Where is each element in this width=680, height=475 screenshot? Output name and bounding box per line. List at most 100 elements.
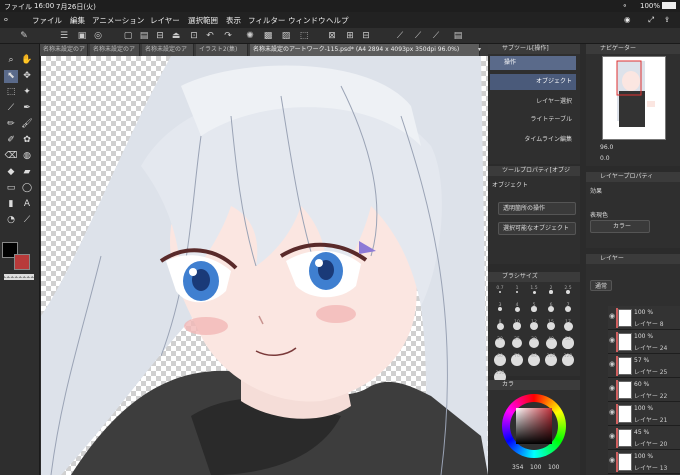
brush-size-cell[interactable]: 12 — [526, 320, 542, 336]
layer-row[interactable]: ◉ 100 % レイヤー 21 — [608, 402, 680, 426]
brush-size-cell[interactable]: 3 — [492, 303, 508, 319]
brush-size-cell[interactable]: 8 — [492, 320, 508, 336]
tab-doc-1[interactable]: 名称未設定のア — [40, 44, 88, 56]
subtool-object[interactable]: オブジェクト — [490, 74, 576, 90]
visibility-eye-icon[interactable]: ◉ — [609, 312, 615, 320]
text-tool-icon[interactable]: A — [20, 198, 34, 211]
gradient-icon[interactable]: ▰ — [20, 166, 34, 179]
brush-tool-icon[interactable]: 🖌 — [20, 118, 34, 131]
layout-icon[interactable]: ▣ — [76, 30, 88, 42]
selection-icon[interactable]: ⊠ — [326, 30, 338, 42]
layer-row[interactable]: ◉ 45 % レイヤー 20 — [608, 426, 680, 450]
snap-icon[interactable]: ⟋ — [412, 30, 424, 42]
tab-overflow-icon[interactable]: ▾ — [478, 46, 481, 53]
clear-icon[interactable]: ⊡ — [188, 30, 200, 42]
menu-file[interactable]: ファイル — [32, 15, 62, 26]
snap2-icon[interactable]: ⟋ — [430, 30, 442, 42]
brush-size-cell[interactable]: 6 — [543, 303, 559, 319]
layer-expression-dropdown[interactable]: カラー — [590, 220, 650, 233]
deselect-icon[interactable]: ⬚ — [298, 30, 310, 42]
brush-size-cell[interactable]: 120 — [560, 354, 576, 370]
magic-wand-icon[interactable]: ✦ — [20, 86, 34, 99]
correct-line-icon[interactable]: ⟋ — [20, 214, 34, 227]
redo-icon[interactable]: ↷ — [222, 30, 234, 42]
brush-size-cell[interactable]: 17 — [560, 320, 576, 336]
grid-icon[interactable]: ⊟ — [360, 30, 372, 42]
menu-window[interactable]: ウィンドウ — [288, 15, 326, 26]
tab-doc-active[interactable]: 名称未設定のアートワーク-115.psd* (A4 2894 x 4093px … — [250, 44, 480, 56]
transform-icon[interactable]: ▨ — [280, 30, 292, 42]
navigator-preview[interactable] — [602, 56, 666, 140]
brush-size-cell[interactable]: 100 — [543, 354, 559, 370]
transparent-operation-dropdown[interactable]: 透明箇所の操作 — [498, 202, 576, 215]
brush-icon[interactable]: ✎ — [18, 30, 30, 42]
menu-dots-icon[interactable]: ▤ — [452, 30, 464, 42]
record-icon[interactable]: ◎ — [92, 30, 104, 42]
menu-filter[interactable]: フィルター — [248, 15, 285, 26]
color-tab[interactable]: カラ — [488, 380, 580, 390]
blend-icon[interactable]: ◍ — [20, 150, 34, 163]
hamburger-menu-icon[interactable]: ☰ — [58, 30, 70, 42]
fill-icon[interactable]: ▩ — [262, 30, 274, 42]
settings-icon[interactable]: ◉ — [624, 15, 631, 24]
tab-doc-4[interactable]: イラスト2(集) — [196, 44, 248, 56]
app-logo-icon[interactable]: ₒ — [4, 13, 8, 24]
new-file-icon[interactable]: ▢ — [122, 30, 134, 42]
selection-tool-icon[interactable]: ⬚ — [4, 86, 18, 99]
balloon-icon[interactable]: ◔ — [4, 214, 18, 227]
share-icon[interactable]: ⇪ — [664, 15, 670, 24]
fill-tool-icon[interactable]: ◆ — [4, 166, 18, 179]
visibility-eye-icon[interactable]: ◉ — [609, 432, 615, 440]
selectable-object-dropdown[interactable]: 選択可能なオブジェクト — [498, 222, 576, 235]
brush-size-cell[interactable]: 40 — [543, 337, 559, 353]
layer-row[interactable]: ◉ 100 % レイヤー 24 — [608, 330, 680, 354]
brush-size-cell[interactable]: 15 — [543, 320, 559, 336]
brush-size-cell[interactable]: 10 — [509, 320, 525, 336]
navigator-angle[interactable]: 0.0 — [600, 155, 610, 162]
layer-row[interactable]: ◉ 60 % レイヤー 22 — [608, 378, 680, 402]
sub-color-swatch[interactable] — [14, 254, 30, 270]
brush-size-cell[interactable]: 50 — [560, 337, 576, 353]
undo-icon[interactable]: ↶ — [204, 30, 216, 42]
decoration-icon[interactable]: ✿ — [20, 134, 34, 147]
transparent-color-swatch[interactable] — [4, 274, 34, 280]
navigator-zoom[interactable]: 96.0 — [600, 144, 613, 151]
layer-row[interactable]: ◉ 100 % レイヤー 13 — [608, 450, 680, 474]
brush-size-cell[interactable]: 2 — [543, 286, 559, 302]
tab-doc-3[interactable]: 名称未設定のア — [142, 44, 194, 56]
menu-view[interactable]: 表示 — [226, 15, 241, 26]
menu-animation[interactable]: アニメーション — [92, 15, 144, 26]
save-icon[interactable]: ▤ — [138, 30, 150, 42]
layer-row[interactable]: ◉ 57 % レイヤー 25 — [608, 354, 680, 378]
crop-icon[interactable]: ⊞ — [344, 30, 356, 42]
print-icon[interactable]: ⊟ — [154, 30, 166, 42]
subtool-layer-select[interactable]: レイヤー選択 — [490, 94, 576, 110]
fullscreen-icon[interactable]: ⤢ — [648, 15, 654, 25]
hand-tool-icon[interactable]: ✋ — [20, 54, 34, 67]
brush-size-cell[interactable]: 5 — [526, 303, 542, 319]
subtool-timeline[interactable]: タイムライン編集 — [490, 132, 576, 148]
brush-size-cell[interactable]: 7 — [560, 303, 576, 319]
menu-help[interactable]: ヘルプ — [326, 15, 349, 26]
blend-mode-dropdown[interactable]: 通常 — [590, 280, 612, 291]
brush-size-cell[interactable]: 1.5 — [526, 286, 542, 302]
eyedropper-icon[interactable]: ⟋ — [4, 102, 18, 115]
canvas[interactable] — [41, 56, 488, 475]
operation-tool-icon[interactable]: ⬉ — [4, 70, 18, 83]
brush-size-cell[interactable]: 60 — [492, 354, 508, 370]
subtool-operation[interactable]: 操作 — [490, 56, 576, 70]
menu-layer[interactable]: レイヤー — [150, 15, 180, 26]
brush-size-cell[interactable]: 1 — [509, 286, 525, 302]
visibility-eye-icon[interactable]: ◉ — [609, 456, 615, 464]
brush-size-cell[interactable]: 4 — [509, 303, 525, 319]
zoom-tool-icon[interactable]: ⌕ — [4, 54, 18, 67]
brush-size-cell[interactable]: 0.7 — [492, 286, 508, 302]
visibility-eye-icon[interactable]: ◉ — [609, 408, 615, 416]
figure-icon[interactable]: ▭ — [4, 182, 18, 195]
visibility-eye-icon[interactable]: ◉ — [609, 336, 615, 344]
brush-size-cell[interactable]: 25 — [509, 337, 525, 353]
subtool-lighttable[interactable]: ライトテーブル — [490, 112, 576, 128]
brush-size-cell[interactable]: 2.5 — [560, 286, 576, 302]
layer-row[interactable]: ◉ 100 % レイヤー 8 — [608, 306, 680, 330]
pencil-tool-icon[interactable]: ✏ — [4, 118, 18, 131]
